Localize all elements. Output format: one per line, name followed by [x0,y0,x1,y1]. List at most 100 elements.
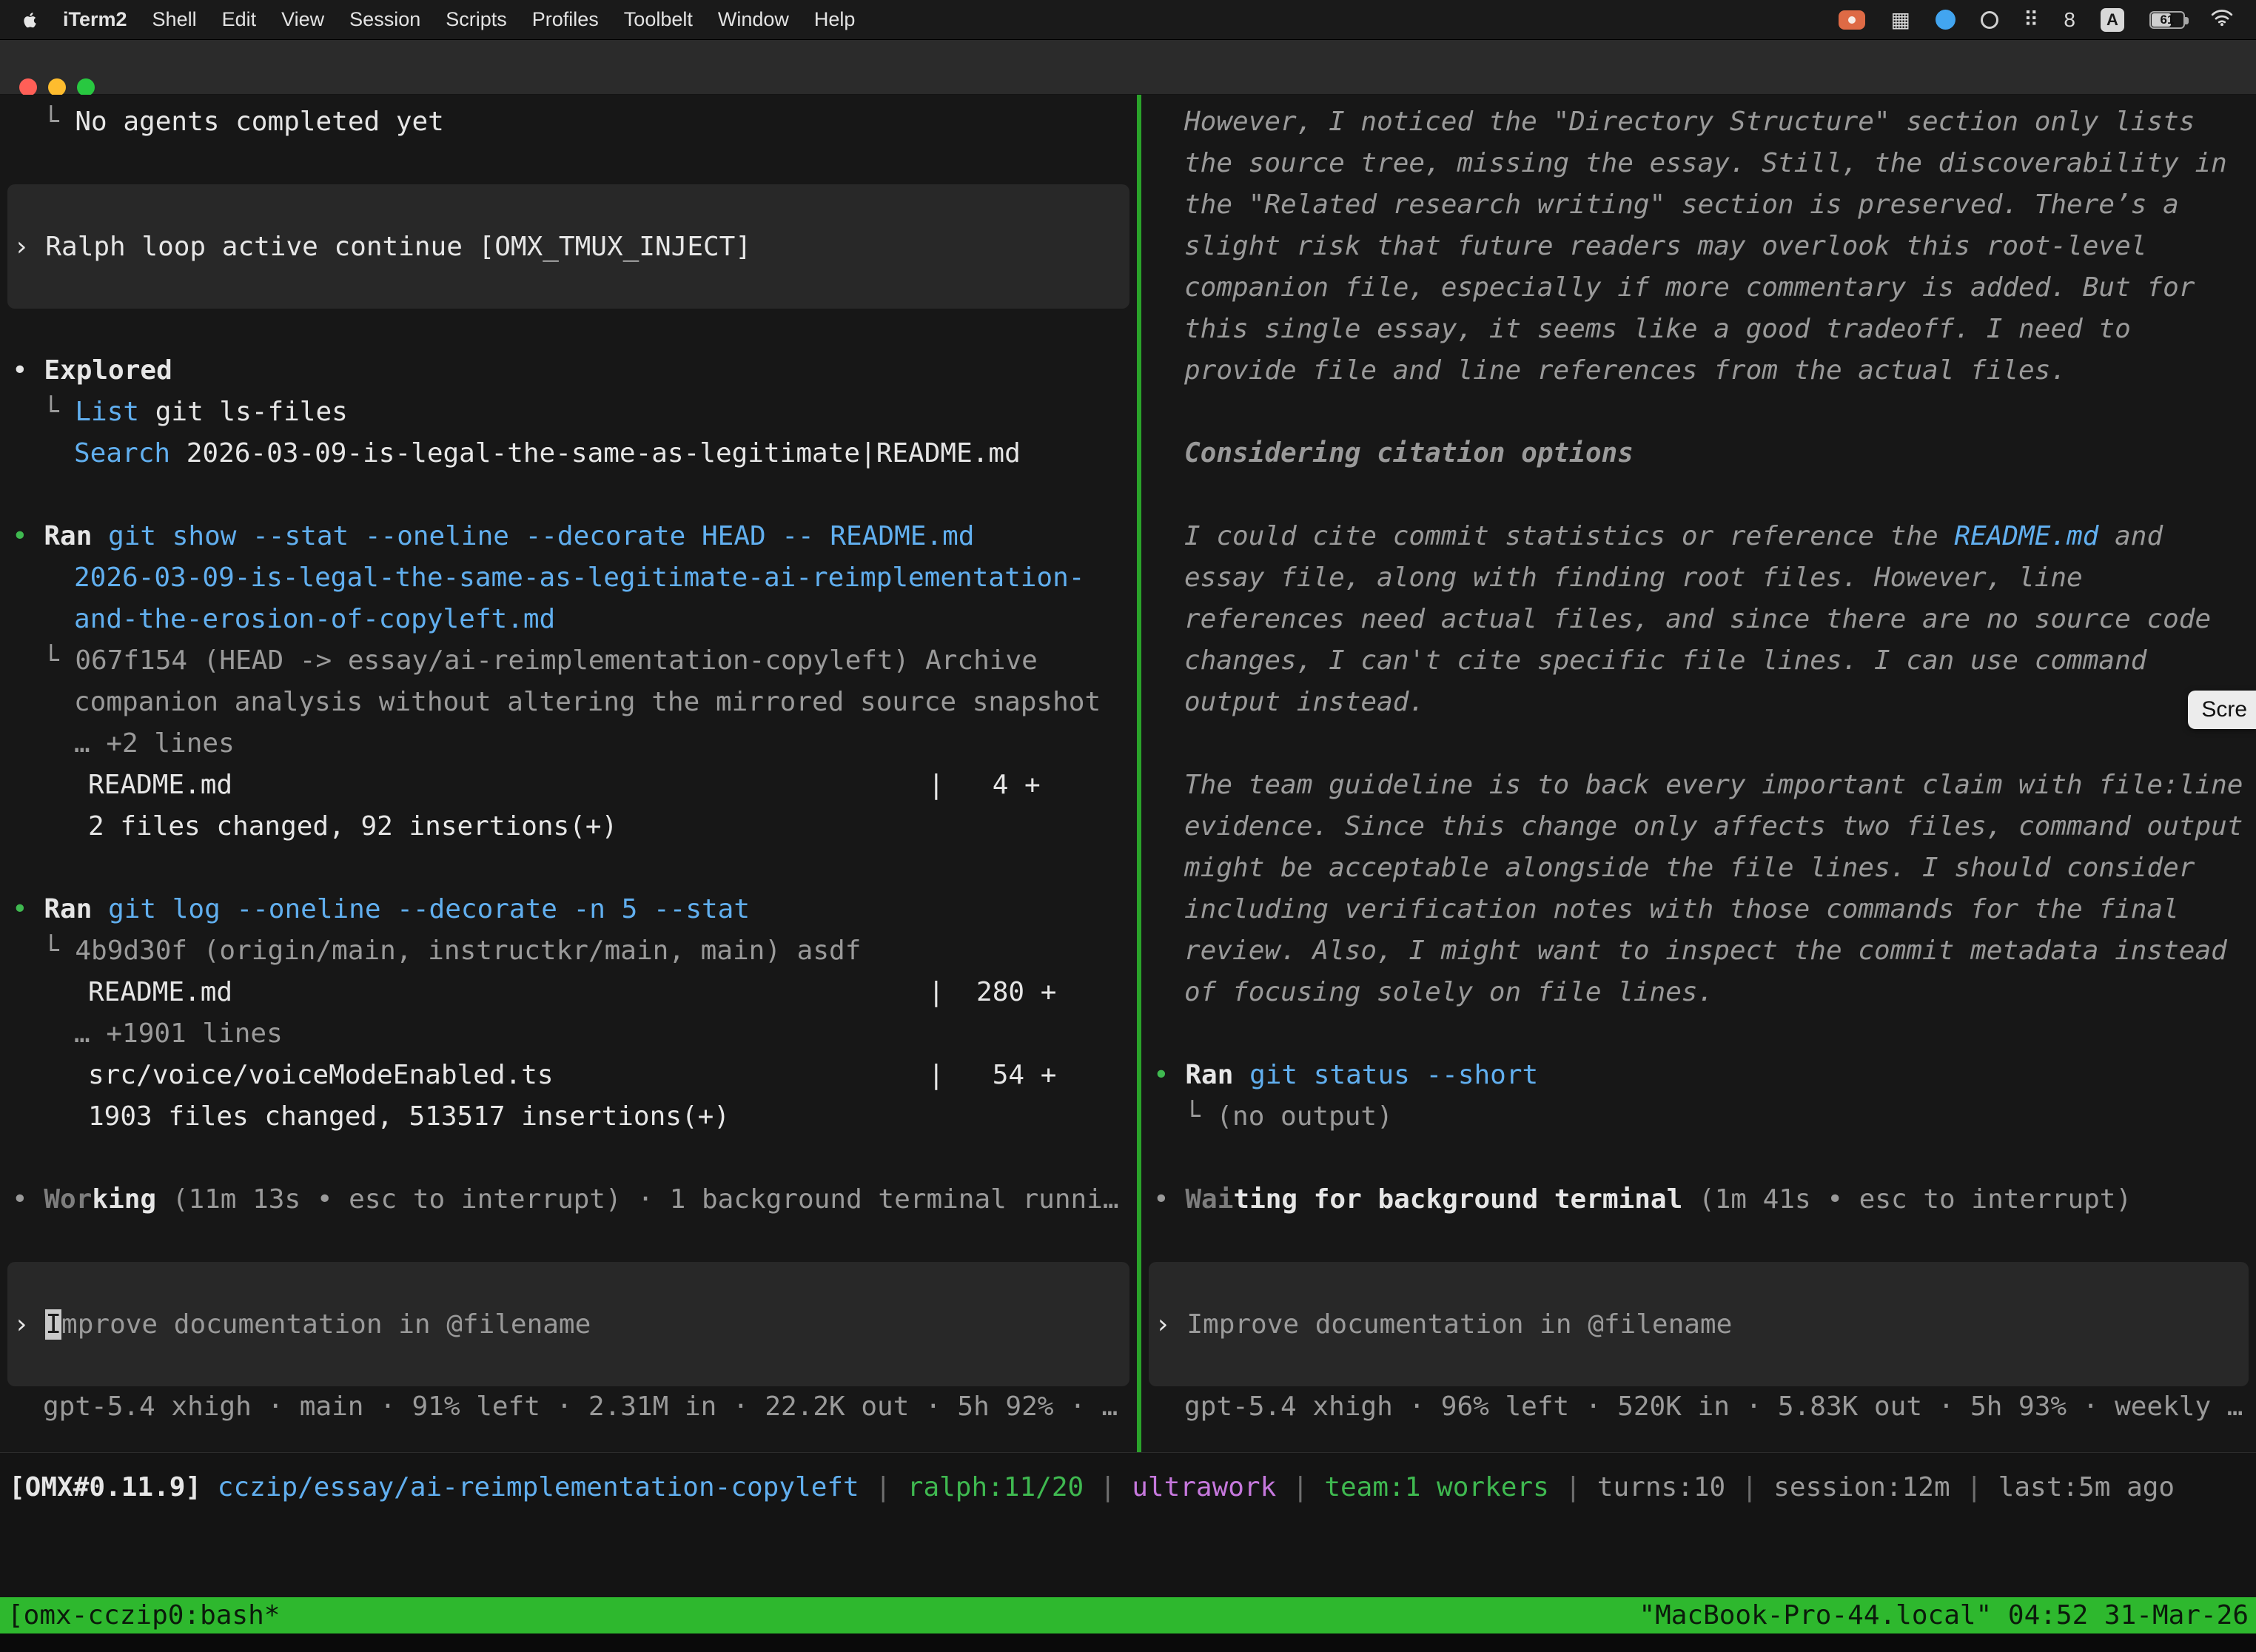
file-name: src/voice/voiceModeEnabled.ts [88,1060,554,1090]
no-agents-line: └ No agents completed yet [0,101,1137,143]
menu-toolbelt[interactable]: Toolbelt [611,8,705,31]
menu-edit[interactable]: Edit [209,8,269,31]
bullet-glyph: • [12,894,44,924]
tree-branch-glyph: └ [1184,1101,1216,1132]
app-icon-eight[interactable]: 8 [2064,10,2075,30]
prompt-chevron: › [1155,1309,1186,1340]
git-show-summary: 2 files changed, 92 insertions(+) [0,806,1137,847]
omx-ralph-counter: ralph:11/20 [907,1472,1084,1502]
right-terminal-pane[interactable]: However, I noticed the "Directory Struct… [1141,95,2256,1452]
working-shimmer-dim: Wor [44,1184,92,1215]
tmux-session-window: [omx-cczip0:bash* [7,1597,280,1633]
menu-scripts[interactable]: Scripts [433,8,520,31]
tmux-status-bar: [omx-cczip0:bash* "MacBook-Pro-44.local"… [0,1597,2256,1633]
file-stat: | 54 + [928,1055,1056,1096]
left-session-status-line: gpt-5.4 xhigh · main · 91% left · 2.31M … [0,1386,1137,1428]
explored-header: • Explored [0,350,1137,392]
dots-grid-icon[interactable]: ⠿ [2024,10,2039,30]
prompt-chevron: › [13,1309,45,1340]
bullet-glyph: • [1153,1184,1185,1215]
git-show-file-stat: README.md | 4 + [0,765,1137,806]
battery-percent: 61 [2161,13,2175,27]
right-prompt-input[interactable]: › Improve documentation in @filename [1149,1262,2249,1386]
apple-menu[interactable] [18,9,50,31]
omx-status-line: [OMX#0.11.9] cczip/essay/ai-reimplementa… [0,1453,2256,1502]
git-status-command: git status --short [1233,1060,1538,1090]
readme-link: README.md [1954,521,2098,551]
ran-label: Ran [44,521,92,551]
ran-git-log-header: • Ran git log --oneline --decorate -n 5 … [0,889,1137,930]
thinking-heading: Considering citation options [1141,433,2256,474]
tree-branch-glyph: └ [43,107,75,137]
git-show-more-lines: … +2 lines [0,723,1137,765]
wifi-icon[interactable] [2210,7,2234,32]
screen-recording-indicator[interactable] [1839,10,1865,30]
explored-label: Explored [44,355,172,386]
menu-view[interactable]: View [269,8,337,31]
bullet-glyph: • [12,355,44,386]
omx-version: [OMX#0.11.9] [9,1472,201,1502]
ring-app-icon[interactable] [1981,11,1998,29]
menu-profiles[interactable]: Profiles [520,8,611,31]
ran-git-status-header: • Ran git status --short [1141,1055,2256,1096]
omx-turns: turns:10 [1597,1472,1725,1502]
ran-label: Ran [1185,1060,1233,1090]
git-show-command: git show --stat --oneline --decorate HEA… [92,521,974,551]
search-args: 2026-03-09-is-legal-the-same-as-legitima… [170,438,1021,469]
omx-last-activity: last:5m ago [1998,1472,2175,1502]
tree-branch-glyph: └ [43,936,75,966]
menu-shell[interactable]: Shell [140,8,209,31]
git-log-file-stat-2: src/voice/voiceModeEnabled.ts | 54 + [0,1055,1137,1096]
omx-mode: ultrawork [1132,1472,1276,1502]
keyboard-input-source-icon[interactable]: A [2101,8,2124,32]
git-log-command: git log --oneline --decorate -n 5 --stat [92,894,750,924]
macos-menu-bar: iTerm2 Shell Edit View Session Scripts P… [0,0,2256,40]
battery-indicator[interactable]: 61 [2149,11,2185,29]
menu-items: iTerm2 Shell Edit View Session Scripts P… [18,8,867,31]
prompt-chevron: › [13,232,45,262]
input-text: Improve documentation in @filename [1186,1309,1732,1340]
apple-icon [21,9,40,31]
terminal-content: └ No agents completed yet › Ralph loop a… [0,95,2256,1452]
omx-status-area: [OMX#0.11.9] cczip/essay/ai-reimplementa… [0,1452,2256,1597]
file-stat: | 4 + [928,765,1041,806]
git-log-summary: 1903 files changed, 513517 insertions(+) [0,1096,1137,1138]
waiting-shimmer-dim: Wai [1185,1184,1233,1215]
menu-help[interactable]: Help [802,8,868,31]
waiting-shimmer-bright: ting for background terminal [1233,1184,1682,1215]
search-verb: Search [74,438,170,469]
git-log-file-stat-1: README.md | 280 + [0,972,1137,1013]
left-terminal-pane[interactable]: └ No agents completed yet › Ralph loop a… [0,95,1137,1452]
thinking-paragraph-3: The team guideline is to back every impo… [1141,765,2256,806]
bullet-glyph: • [1153,1060,1185,1090]
screen-overlay-button[interactable]: Scre [2188,691,2256,729]
omx-session-time: session:12m [1773,1472,1950,1502]
git-show-output-line-1: └ 067f154 (HEAD -> essay/ai-reimplementa… [0,640,1137,682]
explored-list-line: └ List git ls-files [0,392,1137,433]
app-grid-icon[interactable]: ▦ [1890,10,1910,30]
menu-bar-status-icons: ▦ ⠿ 8 A 61 [1839,7,2238,32]
thinking-paragraph-1: However, I noticed the "Directory Struct… [1141,101,2256,143]
git-status-output: └ (no output) [1141,1096,2256,1138]
git-show-arg-line-2: and-the-erosion-of-copyleft.md [0,599,1137,640]
bullet-glyph: • [12,521,44,551]
file-name: README.md [88,770,232,800]
file-name: README.md [88,977,232,1007]
ran-git-show-header: • Ran git show --stat --oneline --decora… [0,516,1137,557]
file-stat: | 280 + [928,972,1056,1013]
window-title-bar[interactable]: omx --xhigh --madmax ⌥⌘1 [0,40,2256,95]
ran-label: Ran [44,894,92,924]
working-detail: (11m 13s • esc to interrupt) · 1 backgro… [156,1184,1118,1215]
menu-iterm2[interactable]: iTerm2 [50,8,140,31]
menu-window[interactable]: Window [705,8,802,31]
menu-session[interactable]: Session [337,8,433,31]
screen-overlay-label: Scre [2201,697,2247,722]
explored-search-line: Search 2026-03-09-is-legal-the-same-as-l… [0,433,1137,474]
git-show-arg-line-1: 2026-03-09-is-legal-the-same-as-legitima… [0,557,1137,599]
list-args: git ls-files [139,397,348,427]
left-prompt-input[interactable]: › Improve documentation in @filename [7,1262,1129,1386]
blue-app-icon[interactable] [1936,10,1955,30]
no-agents-text: No agents completed yet [75,107,444,137]
input-text: mprove documentation in @filename [61,1309,591,1340]
waiting-status-line: • Waiting for background terminal (1m 41… [1141,1179,2256,1220]
